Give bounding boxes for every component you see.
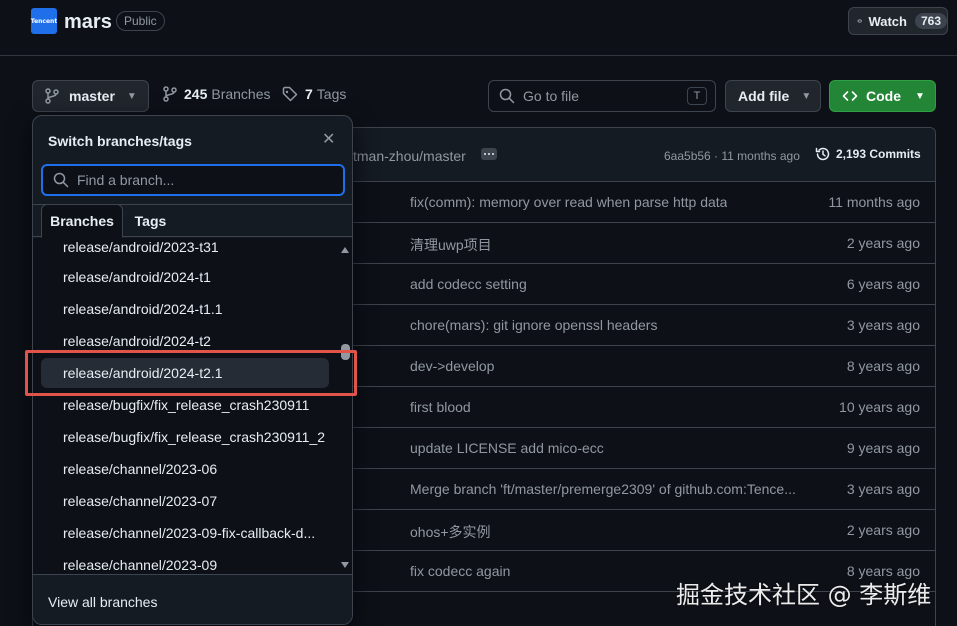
go-to-file-field[interactable]: T <box>488 80 716 112</box>
scroll-down-arrow-icon[interactable] <box>341 562 349 568</box>
history-icon <box>815 147 830 161</box>
code-icon <box>842 91 858 101</box>
highlight-annotation <box>25 350 357 396</box>
keyboard-shortcut-hint: T <box>687 87 707 105</box>
add-file-label: Add file <box>738 88 790 104</box>
ellipsis-icon[interactable] <box>481 148 497 160</box>
branch-tag-tabs: Branches Tags <box>33 204 352 238</box>
commit-age: 3 years ago <box>846 481 920 497</box>
commit-message[interactable]: first blood <box>410 399 471 415</box>
visibility-badge: Public <box>116 11 165 31</box>
watch-count: 763 <box>914 13 947 29</box>
branch-list: release/android/2023-t31 release/android… <box>33 238 352 574</box>
code-button[interactable]: Code ▼ <box>829 80 936 112</box>
tab-branches[interactable]: Branches <box>41 204 123 238</box>
branch-item[interactable]: release/android/2024-t1 <box>41 262 329 292</box>
view-all-branches-link[interactable]: View all branches <box>48 594 157 610</box>
commit-message[interactable]: chore(mars): git ignore openssl headers <box>410 317 657 333</box>
chevron-down-icon: ▼ <box>801 90 812 102</box>
add-file-button[interactable]: Add file ▼ <box>725 80 821 112</box>
commit-message[interactable]: dev->develop <box>410 358 494 374</box>
watermark: 掘金技术社区 @ 李斯维 <box>676 581 932 609</box>
repo-name[interactable]: mars <box>64 11 112 34</box>
commit-message[interactable]: fix(comm): memory over read when parse h… <box>410 194 727 210</box>
watch-button[interactable]: Watch 763 <box>848 7 948 35</box>
find-branch-input[interactable] <box>77 172 317 188</box>
search-icon <box>53 172 69 188</box>
go-to-file-input[interactable] <box>523 88 673 104</box>
avatar-text: Tencent <box>30 17 58 25</box>
commit-message[interactable]: update LICENSE add mico-ecc <box>410 440 604 456</box>
chevron-down-icon: ▼ <box>126 90 137 102</box>
branches-count: 245 <box>184 86 208 102</box>
eye-icon <box>857 19 863 23</box>
commit-age: 10 years ago <box>839 399 920 415</box>
tags-link[interactable]: 7 Tags <box>282 86 346 102</box>
branch-selector-label: master <box>69 88 115 104</box>
repo-header: Tencent mars Public Watch 763 <box>0 0 957 56</box>
branches-label: Branches <box>211 86 271 102</box>
watch-label: Watch <box>868 13 907 29</box>
menu-title: Switch branches/tags <box>48 133 192 149</box>
tab-tags[interactable]: Tags <box>123 205 178 238</box>
commit-author-link[interactable]: tman-zhou/master <box>353 148 466 164</box>
commit-message[interactable]: Merge branch 'ft/master/premerge2309' of… <box>410 481 796 497</box>
commits-label: 2,193 Commits <box>836 147 921 161</box>
commit-age: 11 months ago <box>828 194 920 210</box>
owner-avatar[interactable]: Tencent <box>31 8 57 34</box>
branch-item[interactable]: release/channel/2023-09-fix-callback-d..… <box>41 518 329 548</box>
commit-message[interactable]: 清理uwp项目 <box>410 235 492 255</box>
tags-label: Tags <box>316 86 347 102</box>
commit-age: 6 years ago <box>846 276 920 292</box>
commit-message[interactable]: ohos+多实例 <box>410 522 491 542</box>
git-branch-icon <box>163 86 177 102</box>
commit-age: 8 years ago <box>846 358 920 374</box>
search-icon <box>499 88 515 104</box>
commit-age: 9 years ago <box>846 440 920 456</box>
branch-item[interactable]: release/channel/2023-06 <box>41 454 329 484</box>
commit-age: 2 years ago <box>846 522 920 538</box>
code-label: Code <box>866 88 901 104</box>
branches-link[interactable]: 245 Branches <box>163 86 271 102</box>
chevron-down-icon: ▼ <box>915 90 925 102</box>
branch-item[interactable]: release/channel/2023-07 <box>41 486 329 516</box>
scroll-up-arrow-icon[interactable] <box>341 247 349 253</box>
branch-list-scrollbar[interactable] <box>338 238 352 574</box>
branch-item[interactable]: release/android/2023-t31 <box>41 238 329 262</box>
menu-footer: View all branches <box>33 574 352 624</box>
tag-icon <box>282 86 298 102</box>
branch-item[interactable]: release/channel/2023-09 <box>41 550 329 574</box>
branch-item[interactable]: release/android/2024-t1.1 <box>41 294 329 324</box>
close-icon[interactable]: ✕ <box>322 132 335 148</box>
git-branch-icon <box>45 88 59 104</box>
commit-age: 3 years ago <box>846 317 920 333</box>
branch-selector-button[interactable]: master ▼ <box>32 80 149 112</box>
commits-link[interactable]: 2,193 Commits <box>815 146 921 162</box>
branch-item[interactable]: release/bugfix/fix_release_crash230911_2 <box>41 422 329 452</box>
find-branch-field[interactable] <box>41 164 345 196</box>
commit-message[interactable]: add codecc setting <box>410 276 527 292</box>
tags-count: 7 <box>305 86 313 102</box>
commit-message[interactable]: fix codecc again <box>410 563 510 579</box>
commit-sha-age[interactable]: 6aa5b56 · 11 months ago <box>664 149 800 163</box>
commit-age: 2 years ago <box>846 235 920 251</box>
